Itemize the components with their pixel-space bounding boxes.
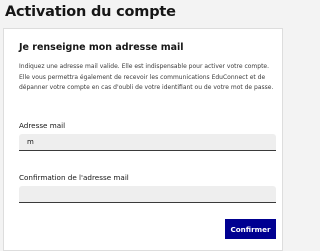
confirm-button[interactable]: Confirmer: [225, 219, 276, 239]
email-confirm-field[interactable]: [19, 186, 276, 203]
email-confirm-field-label: Confirmation de l'adresse mail: [19, 173, 129, 182]
section-description: Indiquez une adresse mail valide. Elle e…: [19, 63, 274, 91]
email-field-label: Adresse mail: [19, 121, 66, 130]
email-form-card: Je renseigne mon adresse mail Indiquez u…: [3, 28, 283, 251]
page-title: Activation du compte: [5, 4, 176, 20]
email-field[interactable]: [19, 134, 276, 151]
section-title: Je renseigne mon adresse mail: [19, 42, 184, 53]
